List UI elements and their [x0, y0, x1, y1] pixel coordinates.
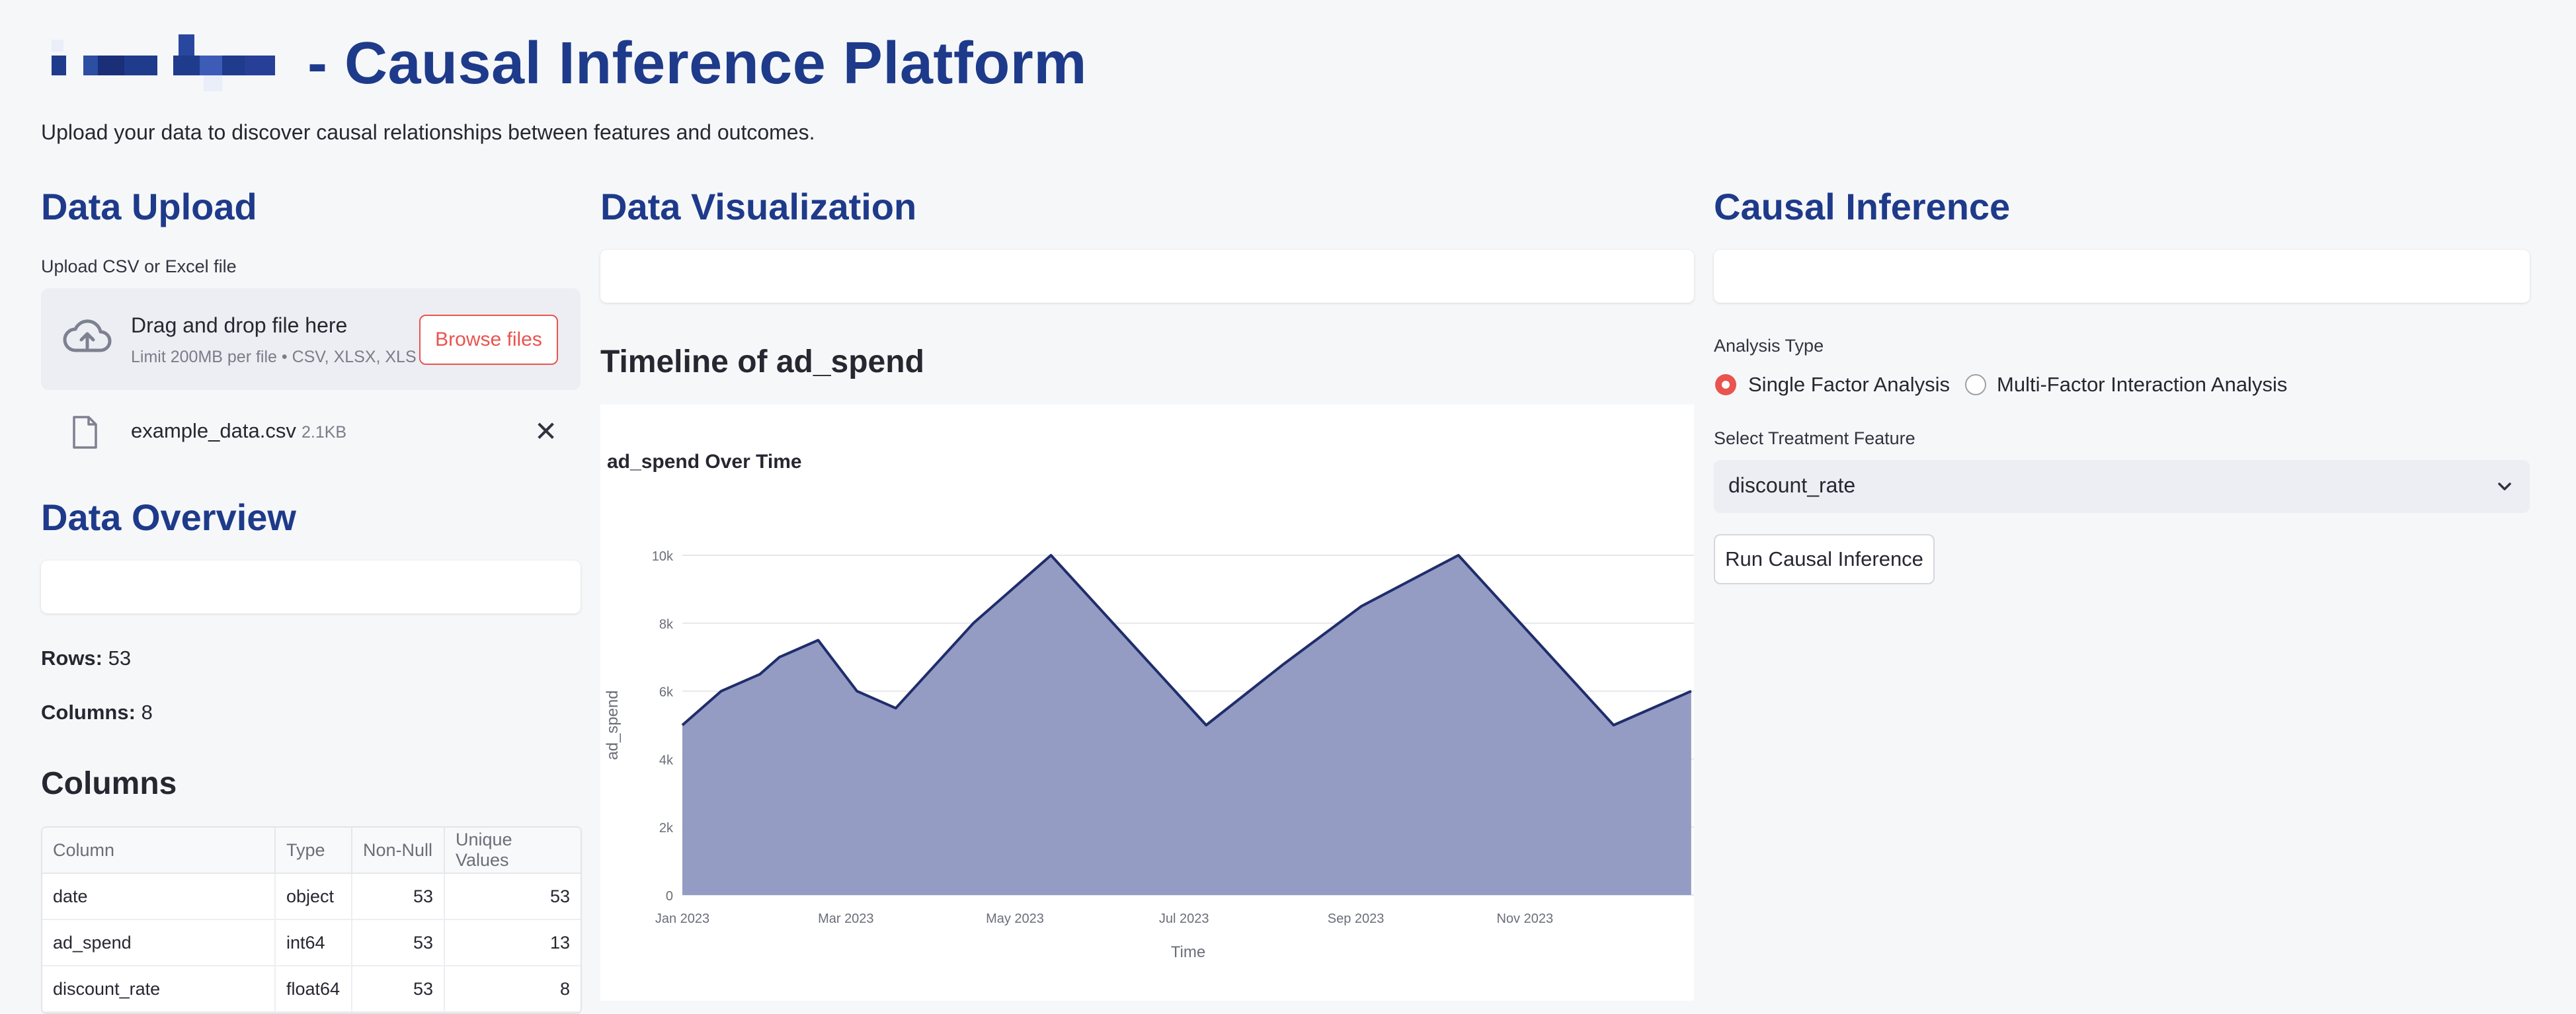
table-cell: 53 — [352, 873, 445, 920]
cloud-upload-icon — [61, 311, 114, 364]
chevron-down-icon[interactable] — [2493, 475, 2516, 498]
analysis-type-label: Analysis Type — [1714, 336, 1824, 356]
y-tick-label: 6k — [659, 685, 674, 700]
single-factor-label[interactable]: Single Factor Analysis — [1748, 373, 1950, 397]
x-tick-label: Sep 2023 — [1328, 912, 1385, 926]
data-visualization-heading: Data Visualization — [600, 186, 917, 227]
chart-title: ad_spend Over Time — [607, 451, 802, 473]
causal-panel — [1714, 250, 2530, 303]
column-header[interactable]: Unique Values — [444, 828, 581, 874]
columns-table[interactable]: Column Type Non-Null Unique Values date … — [41, 826, 582, 1014]
table-cell: 53 — [352, 966, 445, 1013]
x-tick-label: Jan 2023 — [655, 912, 709, 926]
run-causal-inference-button[interactable]: Run Causal Inference — [1714, 534, 1935, 584]
causal-inference-heading: Causal Inference — [1714, 186, 2011, 227]
y-tick-label: 4k — [659, 753, 674, 767]
y-tick-label: 2k — [659, 821, 674, 836]
rows-value: 53 — [108, 646, 132, 670]
data-upload-heading: Data Upload — [41, 186, 257, 227]
columns-label: Columns: — [41, 701, 136, 724]
page-subtitle: Upload your data to discover causal rela… — [41, 120, 815, 144]
chart-panel: 0 2k 4k 6k 8k 10k Jan 2023 Mar 2023 May 2023 Jul … — [600, 405, 1694, 1001]
table-cell: 53 — [444, 873, 581, 920]
overview-panel — [41, 561, 581, 613]
columns-stat: Columns: 8 — [41, 701, 153, 724]
table-cell: object — [275, 873, 352, 920]
file-limit-text: Limit 200MB per file • CSV, XLSX, XLS — [131, 348, 417, 366]
uploaded-file-size: 2.1KB — [302, 423, 347, 442]
data-overview-heading: Data Overview — [41, 496, 296, 538]
table-cell: ad_spend — [42, 919, 276, 966]
timeline-heading: Timeline of ad_spend — [600, 344, 924, 379]
table-row: date object 53 53 — [42, 873, 581, 920]
y-tick-label: 0 — [666, 889, 673, 904]
table-cell: 8 — [444, 966, 581, 1013]
table-cell: date — [42, 873, 276, 920]
table-cell: 53 — [352, 919, 445, 966]
remove-file-close-icon[interactable]: ✕ — [534, 418, 557, 446]
browse-files-button[interactable]: Browse files — [419, 315, 558, 365]
x-tick-label: Mar 2023 — [818, 912, 874, 926]
treatment-feature-value: discount_rate — [1728, 473, 1856, 497]
logo — [41, 34, 305, 100]
y-axis-label: ad_spend — [604, 690, 622, 760]
x-tick-label: Jul 2023 — [1159, 912, 1209, 926]
visualization-panel — [600, 250, 1694, 303]
y-tick-label: 8k — [659, 617, 674, 632]
area-chart[interactable]: 0 2k 4k 6k 8k 10k Jan 2023 Mar 2023 May 2023 Jul … — [600, 405, 1694, 1001]
x-axis-label: Time — [1171, 943, 1205, 961]
drop-text: Drag and drop file here — [131, 313, 348, 337]
y-tick-label: 10k — [652, 549, 674, 564]
single-factor-radio[interactable] — [1715, 374, 1736, 395]
column-header[interactable]: Non-Null — [352, 828, 445, 874]
columns-value: 8 — [141, 701, 153, 724]
table-cell: 13 — [444, 919, 581, 966]
table-row: ad_spend int64 53 13 — [42, 919, 581, 966]
uploaded-file-name: example_data.csv — [131, 419, 296, 442]
area-fill — [682, 555, 1691, 895]
upload-label: Upload CSV or Excel file — [41, 256, 237, 276]
columns-heading: Columns — [41, 766, 177, 801]
page-title: - Causal Inference Platform — [307, 30, 1087, 97]
table-cell: int64 — [275, 919, 352, 966]
column-header[interactable]: Type — [275, 828, 352, 874]
file-icon — [71, 415, 98, 449]
table-header-row: Column Type Non-Null Unique Values — [42, 828, 581, 874]
multi-factor-radio[interactable] — [1965, 374, 1986, 395]
rows-label: Rows: — [41, 646, 102, 670]
x-tick-label: May 2023 — [986, 912, 1044, 926]
column-header[interactable]: Column — [42, 828, 276, 874]
table-row: discount_rate float64 53 8 — [42, 966, 581, 1013]
rows-stat: Rows: 53 — [41, 646, 131, 670]
multi-factor-label[interactable]: Multi-Factor Interaction Analysis — [1997, 373, 2287, 397]
table-cell: discount_rate — [42, 966, 276, 1013]
treatment-feature-label: Select Treatment Feature — [1714, 428, 1915, 448]
x-tick-label: Nov 2023 — [1496, 912, 1553, 926]
table-cell: float64 — [275, 966, 352, 1013]
